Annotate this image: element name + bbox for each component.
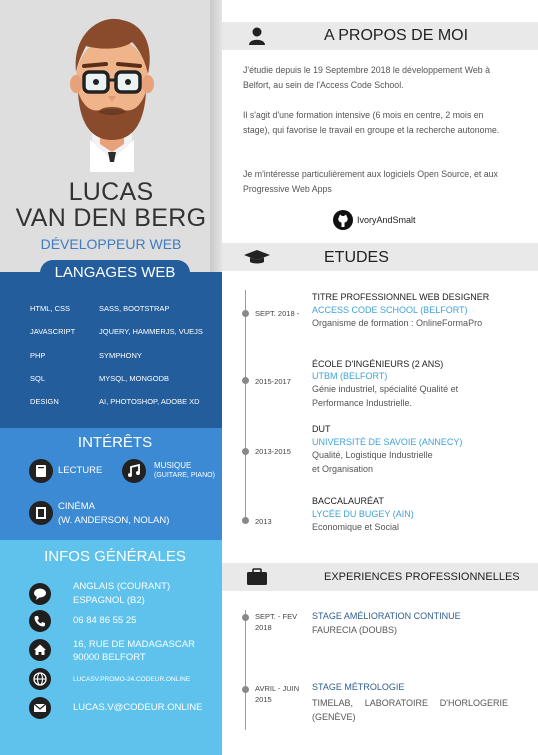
study-desc: Organisme de formation : OnlineFormaPro [312,318,483,328]
experience-company: TIMELAB, LABORATOIRE D'HORLOGERIE (GENÈV… [312,698,508,722]
interest-music: MUSIQUE [154,461,192,470]
globe-icon [29,668,51,690]
study-title: TITRE PROFESSIONNEL WEB DESIGNER [312,292,490,302]
study-school: LYCÉE DU BUGEY (AIN) [312,509,414,519]
job-title: DÉVELOPPEUR WEB [40,236,182,252]
interest-reading: LECTURE [58,465,103,476]
info-title: INFOS GÉNÉRALES [40,544,190,570]
interest-cinema: CINÉMA [58,501,95,512]
about-paragraph: J'étudie depuis le 19 Septembre 2018 le … [243,65,491,90]
last-name: VAN DEN BERG [15,204,207,232]
envelope-icon [29,697,51,719]
avatar [70,18,154,172]
experience-title: EXPERIENCES PROFESSIONNELLES [324,571,520,583]
experience-company: FAURECIA (DOUBS) [312,625,398,635]
languages-title: LANGAGES WEB [40,260,190,286]
address-city: 90000 BELFORT [73,652,146,663]
skill-name: DESIGN [30,397,59,406]
about-paragraph: Il s'agit d'une formation intensive (6 m… [243,110,500,135]
skill-tools: MYSQL, MONGODB [99,374,170,383]
skill-name: PHP [30,351,46,360]
skill-tools: SYMPHONY [99,351,142,360]
experience-timeline [245,610,246,730]
experience-year: 2018 [255,623,272,632]
experience-date: AVRIL - JUIN [255,684,300,693]
studies-timeline [245,290,246,522]
phone-number: 06 84 86 55 25 [73,615,137,626]
study-school: UNIVERSITÉ DE SAVOIE (ANNECY) [312,437,463,447]
studies-title: ETUDES [324,249,389,266]
about-title: A PROPOS DE MOI [324,27,469,44]
first-name: LUCAS [68,178,154,206]
briefcase-icon [247,568,267,585]
language-english: ANGLAIS (COURANT) [73,581,171,592]
about-paragraph: Je m'intéresse particulièrement aux logi… [243,169,498,194]
film-icon [29,501,53,525]
study-date: SEPT. 2018 - [255,309,300,318]
address-street: 16, RUE DE MADAGASCAR [73,639,195,650]
study-title: ÉCOLE D'INGÉNIEURS (2 ANS) [312,359,444,369]
skill-name: HTML, CSS [30,304,71,313]
experience-role: STAGE MÉTROLOGIE [312,682,405,692]
language-spanish: ESPAGNOL (B2) [73,595,145,606]
phone-icon [29,610,51,632]
skill-name: JAVASCRIPT [30,327,76,336]
interest-music-detail: (GUITARE, PIANO) [154,472,215,479]
email-link[interactable]: LUCAS.V@CODEUR.ONLINE [73,702,202,713]
book-icon [29,459,53,483]
graduation-cap-icon [244,250,270,264]
interests-title: INTÉRÊTS [40,430,190,456]
experience-year: 2015 [255,695,272,704]
experience-role: STAGE AMÉLIORATION CONTINUE [312,611,461,621]
study-desc: Qualité, Logistique Industrielle et Orga… [312,450,433,474]
timeline-dot [242,614,249,621]
study-school: UTBM (BELFORT) [312,371,388,381]
study-desc: Economique et Social [312,522,400,532]
github-icon [333,210,353,230]
interest-cinema-detail: (W. ANDERSON, NOLAN) [58,515,170,526]
timeline-dot [242,686,249,693]
github-username[interactable]: IvoryAndSmalt [357,215,416,225]
website-link[interactable]: LUCASV.PROMO-24.CODEUR.ONLINE [73,676,190,683]
skill-name: SQL [30,374,46,383]
timeline-dot [242,448,249,455]
skill-tools: JQUERY, HAMMERJS, VUEJS [99,327,203,336]
speech-bubble-icon [29,583,51,605]
study-title: BACCALAURÉAT [312,496,384,506]
study-title: DUT [312,424,331,434]
study-date: 2013 [255,517,272,526]
skill-tools: SASS, BOOTSTRAP [99,304,170,313]
study-date: 2013-2015 [255,447,291,456]
experience-date: SEPT. - FEV [255,612,298,621]
timeline-dot [242,310,249,317]
study-desc: Génie industriel, spécialité Qualité et … [312,384,459,408]
home-icon [29,639,51,661]
person-icon [249,27,265,45]
study-date: 2015-2017 [255,377,291,386]
study-school: ACCESS CODE SCHOOL (BELFORT) [312,305,468,315]
music-note-icon [122,459,146,483]
timeline-dot [242,377,249,384]
timeline-dot [242,517,249,524]
skill-tools: AI, PHOTOSHOP, ADOBE XD [99,397,200,406]
